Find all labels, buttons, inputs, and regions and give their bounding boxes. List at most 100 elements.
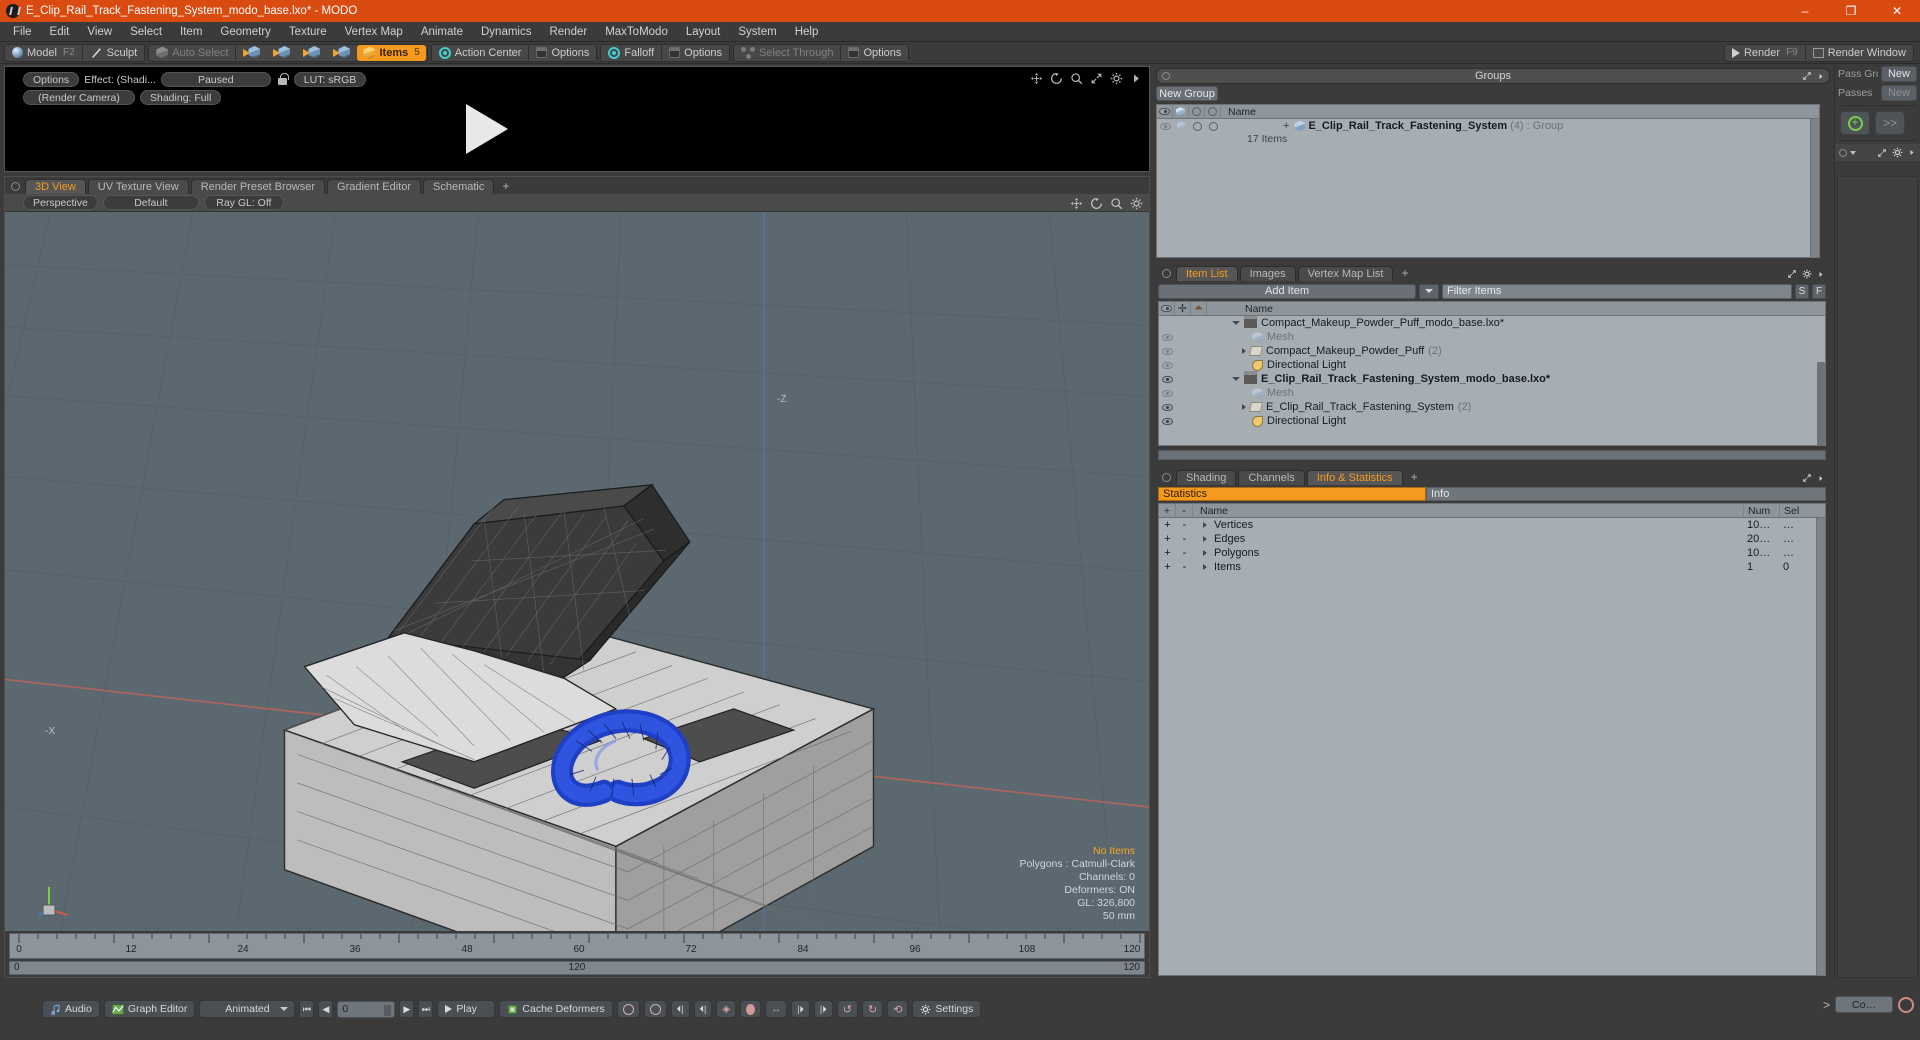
menu-maxtomodo[interactable]: MaxToModo: [596, 22, 677, 42]
row-visibility-toggle[interactable]: [1159, 358, 1175, 372]
row-visibility-toggle[interactable]: [1159, 414, 1175, 428]
auto-select-button[interactable]: Auto Select: [150, 45, 234, 61]
tab-3d-view[interactable]: 3D View: [25, 179, 86, 194]
select-through-button[interactable]: Select Through: [735, 45, 839, 61]
play-button[interactable]: Play: [437, 1000, 496, 1018]
undo-button[interactable]: ↺: [836, 1000, 858, 1018]
minimize-button[interactable]: –: [1782, 0, 1828, 22]
tab-gradient-editor[interactable]: Gradient Editor: [327, 179, 421, 194]
row-visibility-toggle[interactable]: [1159, 372, 1175, 386]
row-transform-toggle[interactable]: [1175, 358, 1191, 372]
zoom-icon[interactable]: [1110, 197, 1123, 210]
row-visibility-toggle[interactable]: [1159, 386, 1175, 400]
tab-add-button[interactable]: +: [1405, 470, 1424, 485]
menu-file[interactable]: File: [4, 22, 41, 42]
prev-key-button[interactable]: ⏴|: [670, 1000, 690, 1018]
menu-layout[interactable]: Layout: [677, 22, 730, 42]
current-frame-input[interactable]: 0: [337, 1000, 396, 1018]
menu-help[interactable]: Help: [786, 22, 828, 42]
sculpt-mode-button[interactable]: Sculpt: [84, 45, 144, 61]
expand-icon[interactable]: [1787, 269, 1797, 279]
row-visibility-toggle[interactable]: [1159, 400, 1175, 414]
column-visibility[interactable]: [1157, 105, 1173, 118]
key-next-button[interactable]: [643, 1000, 667, 1018]
item-list-hscrollbar[interactable]: [1158, 450, 1826, 460]
expand-arrow-icon[interactable]: [1203, 536, 1207, 542]
tab-uv-texture-view[interactable]: UV Texture View: [87, 179, 189, 194]
zoom-icon[interactable]: [1070, 72, 1083, 85]
list-item[interactable]: E_Clip_Rail_Track_Fastening_System_modo_…: [1159, 372, 1825, 386]
panel-menu-icon[interactable]: [11, 182, 20, 191]
row-shading-toggle[interactable]: [1191, 386, 1207, 400]
statistics-scrollbar[interactable]: [1816, 518, 1825, 975]
tab-schematic[interactable]: Schematic: [423, 179, 495, 194]
row-shading-toggle[interactable]: [1191, 358, 1207, 372]
row-shading-toggle[interactable]: [1191, 344, 1207, 358]
table-row[interactable]: + - Polygons 10… …: [1159, 546, 1825, 560]
filter-f-button[interactable]: F: [1812, 283, 1826, 299]
prev-key-2-button[interactable]: ⏴|: [693, 1000, 713, 1018]
expand-arrow-icon[interactable]: [1203, 564, 1207, 570]
render-camera-button[interactable]: (Render Camera): [23, 90, 135, 105]
row-visibility-toggle[interactable]: [1159, 344, 1175, 358]
row-transform-toggle[interactable]: [1175, 372, 1191, 386]
tab-vertex-map-list[interactable]: Vertex Map List: [1297, 266, 1394, 281]
expand-icon[interactable]: [1090, 72, 1103, 85]
filter-items-input[interactable]: Filter Items: [1442, 283, 1792, 299]
list-item[interactable]: Mesh: [1159, 386, 1825, 400]
info-tab-button[interactable]: Info: [1426, 487, 1826, 501]
expand-arrow-icon[interactable]: [1232, 321, 1240, 325]
expand-arrow-icon[interactable]: [1203, 550, 1207, 556]
column-remove[interactable]: -: [1176, 504, 1193, 517]
row-lock-toggle[interactable]: [1173, 119, 1189, 133]
list-item[interactable]: Compact_Makeup_Powder_Puff (2): [1159, 344, 1825, 358]
expand-arrow-icon[interactable]: [1203, 522, 1207, 528]
audio-button[interactable]: Audio: [42, 1000, 100, 1018]
row-remove-button[interactable]: -: [1176, 518, 1193, 532]
row-add-button[interactable]: +: [1159, 532, 1176, 546]
menu-animate[interactable]: Animate: [412, 22, 472, 42]
table-row[interactable]: + - Items 1 0: [1159, 560, 1825, 574]
chevron-right-icon[interactable]: [1817, 270, 1825, 279]
menu-system[interactable]: System: [729, 22, 785, 42]
menu-dynamics[interactable]: Dynamics: [472, 22, 540, 42]
filter-s-button[interactable]: S: [1795, 283, 1809, 299]
go-to-start-button[interactable]: ⏮: [299, 1000, 315, 1018]
row-shading-toggle[interactable]: [1191, 330, 1207, 344]
previous-frame-button[interactable]: ◀: [318, 1000, 334, 1018]
timeline-ruler[interactable]: 0 12 24 36 48 60 72 84 96 108 120: [9, 933, 1145, 959]
statistics-tab-button[interactable]: Statistics: [1158, 487, 1426, 501]
row-transform-toggle[interactable]: [1175, 414, 1191, 428]
list-item[interactable]: E_Clip_Rail_Track_Fastening_System (2): [1159, 400, 1825, 414]
menu-view[interactable]: View: [78, 22, 121, 42]
row-toggle-a[interactable]: [1189, 119, 1205, 133]
row-add-button[interactable]: +: [1159, 560, 1176, 574]
key-prev-button[interactable]: [616, 1000, 640, 1018]
menu-select[interactable]: Select: [121, 22, 171, 42]
record-indicator-icon[interactable]: [1898, 996, 1914, 1013]
row-transform-toggle[interactable]: [1175, 400, 1191, 414]
row-transform-toggle[interactable]: [1175, 316, 1191, 330]
viewport-canvas[interactable]: -Z -X No Items Polygons : Catmull-Clark …: [5, 212, 1149, 931]
row-shading-toggle[interactable]: [1191, 400, 1207, 414]
delete-key-button[interactable]: [740, 1000, 762, 1018]
add-item-dropdown[interactable]: [1419, 283, 1439, 299]
next-key-button[interactable]: |⏵: [791, 1000, 810, 1018]
menu-geometry[interactable]: Geometry: [211, 22, 280, 42]
move-icon[interactable]: [1070, 197, 1083, 210]
close-button[interactable]: ✕: [1874, 0, 1920, 22]
edge-select-button[interactable]: [267, 45, 296, 61]
expand-plus-icon[interactable]: +: [1283, 120, 1289, 132]
redo-button[interactable]: ↻: [861, 1000, 884, 1018]
column-toggle-a[interactable]: [1189, 105, 1205, 118]
expand-arrow-icon[interactable]: [1242, 404, 1246, 410]
new-group-button[interactable]: New Group: [1156, 86, 1218, 101]
falloff-button[interactable]: Falloff: [602, 45, 660, 61]
column-transform[interactable]: ✛: [1175, 302, 1191, 315]
gear-icon[interactable]: [1130, 197, 1143, 210]
list-item[interactable]: Directional Light: [1159, 414, 1825, 428]
list-item[interactable]: Mesh: [1159, 330, 1825, 344]
model-mode-button[interactable]: Model F2: [6, 45, 81, 61]
tab-add-button[interactable]: +: [1395, 266, 1414, 281]
passes-new-button[interactable]: New: [1881, 84, 1917, 101]
